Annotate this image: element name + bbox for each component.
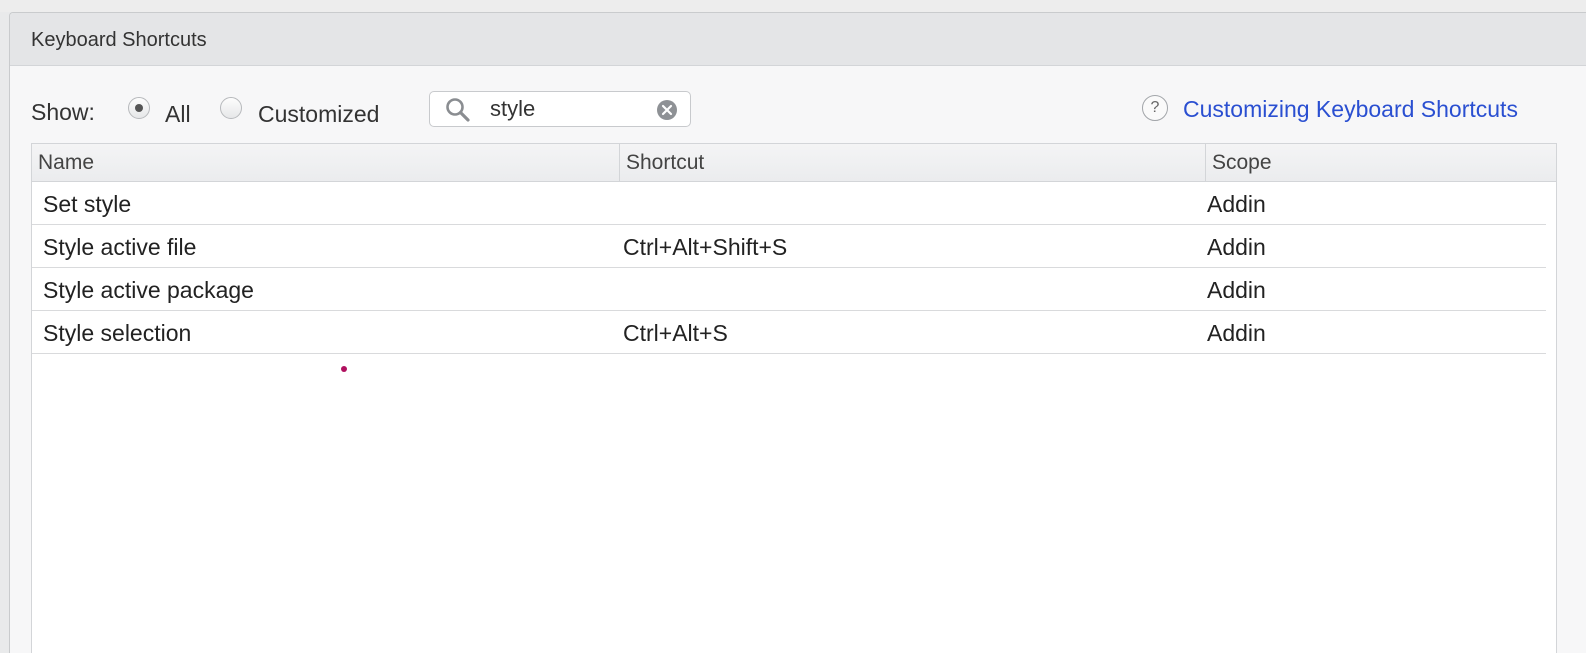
radio-all-label[interactable]: All bbox=[165, 101, 191, 128]
search-box[interactable] bbox=[429, 91, 691, 127]
row-name-cell: Style active package bbox=[43, 277, 254, 303]
column-header-scope[interactable]: Scope bbox=[1206, 144, 1556, 182]
dialog-title: Keyboard Shortcuts bbox=[10, 13, 1586, 66]
show-label: Show: bbox=[31, 99, 95, 125]
radio-customized-label[interactable]: Customized bbox=[258, 101, 379, 128]
row-scope-cell: Addin bbox=[1207, 191, 1266, 217]
help-icon[interactable]: ? bbox=[1142, 95, 1168, 121]
table-row[interactable]: Set style Addin bbox=[32, 182, 1546, 225]
column-header-name[interactable]: Name bbox=[32, 144, 620, 182]
search-icon bbox=[446, 98, 470, 122]
radio-all[interactable] bbox=[128, 97, 150, 119]
clear-search-icon[interactable] bbox=[655, 98, 679, 122]
cursor-marker-dot bbox=[341, 366, 347, 372]
row-scope-cell: Addin bbox=[1207, 277, 1266, 303]
row-shortcut-cell[interactable]: Ctrl+Alt+S bbox=[623, 311, 728, 354]
row-name-cell: Set style bbox=[43, 191, 132, 217]
column-header-shortcut[interactable]: Shortcut bbox=[620, 144, 1206, 182]
search-input[interactable] bbox=[490, 94, 650, 124]
table-row[interactable]: Style active file Ctrl+Alt+Shift+S Addin bbox=[32, 225, 1546, 268]
radio-customized[interactable] bbox=[220, 97, 242, 119]
table-row[interactable]: Style selection Ctrl+Alt+S Addin bbox=[32, 311, 1546, 354]
row-shortcut-cell[interactable]: Ctrl+Alt+Shift+S bbox=[623, 225, 787, 268]
row-scope-cell: Addin bbox=[1207, 320, 1266, 346]
filter-toolbar: Show: All Customized ? Customizing Keybo… bbox=[10, 79, 1570, 139]
row-name-cell: Style active file bbox=[43, 234, 197, 260]
row-scope-cell: Addin bbox=[1207, 234, 1266, 260]
row-name-cell: Style selection bbox=[43, 320, 192, 346]
table-row[interactable]: Style active package Addin bbox=[32, 268, 1546, 311]
background-window-strip bbox=[0, 0, 1586, 12]
shortcuts-table: Name Shortcut Scope Set style Addin Styl… bbox=[31, 143, 1557, 653]
table-header: Name Shortcut Scope bbox=[32, 144, 1556, 182]
customizing-shortcuts-link[interactable]: Customizing Keyboard Shortcuts bbox=[1183, 96, 1518, 123]
keyboard-shortcuts-dialog: Keyboard Shortcuts Show: All Customized … bbox=[9, 12, 1586, 653]
